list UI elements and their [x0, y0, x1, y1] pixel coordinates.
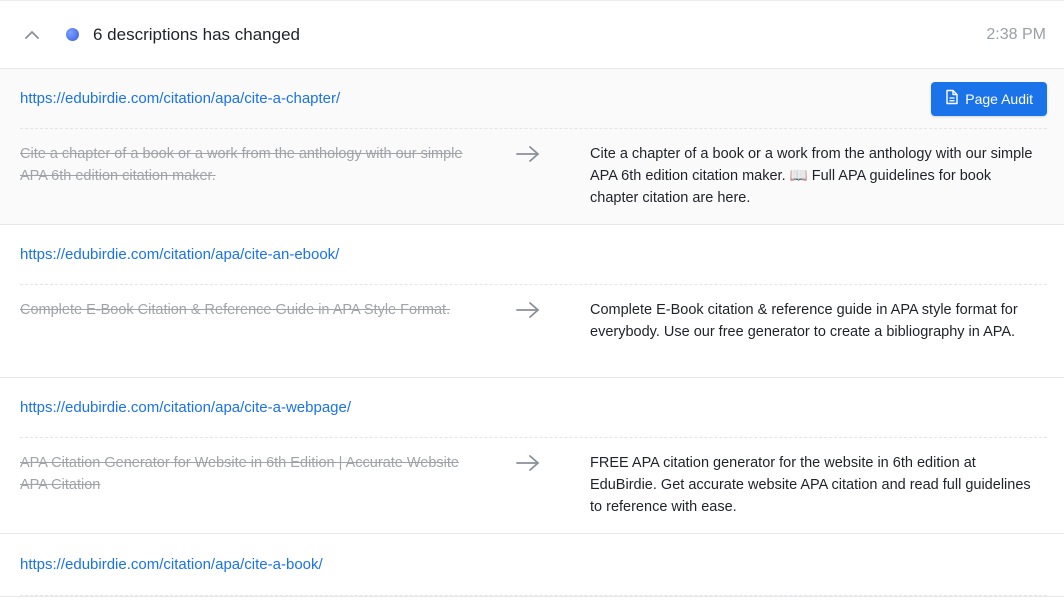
entry-url-link[interactable]: https://edubirdie.com/citation/apa/cite-… [20, 556, 323, 573]
entry-url-link[interactable]: https://edubirdie.com/citation/apa/cite-… [20, 399, 351, 416]
new-description: Complete E-Book citation & reference gui… [590, 302, 1018, 340]
chevron-up-icon[interactable] [22, 25, 42, 45]
new-description: Cite a chapter of a book or a work from … [590, 146, 1033, 206]
page-audit-button[interactable]: Page Audit [931, 81, 1047, 116]
entry-change-row: Cite a chapter of a book or a work from … [20, 129, 1047, 224]
old-description: Complete E-Book Citation & Reference Gui… [20, 302, 451, 318]
arrow-right-icon [466, 452, 590, 518]
change-entry: https://edubirdie.com/citation/apa/cite-… [0, 69, 1064, 225]
arrow-right-icon [466, 143, 590, 209]
change-entry: https://edubirdie.com/citation/apa/cite-… [0, 378, 1064, 534]
entry-url-link[interactable]: https://edubirdie.com/citation/apa/cite-… [20, 246, 339, 263]
old-description: APA Citation Generator for Website in 6t… [20, 455, 459, 493]
header-title: 6 descriptions has changed [93, 24, 300, 44]
entry-url-row: https://edubirdie.com/citation/apa/cite-… [20, 225, 1047, 285]
entry-url-row: https://edubirdie.com/citation/apa/cite-… [20, 378, 1047, 438]
header-timestamp: 2:38 PM [986, 25, 1046, 43]
change-entry: https://edubirdie.com/citation/apa/cite-… [0, 534, 1064, 597]
entry-change-row: APA Citation Generator for Website in 6t… [20, 438, 1047, 533]
entry-url-link[interactable]: https://edubirdie.com/citation/apa/cite-… [20, 90, 340, 107]
page-audit-label: Page Audit [965, 90, 1033, 107]
new-description: FREE APA citation generator for the webs… [590, 455, 1031, 515]
entry-change-row: Complete E-Book Citation & Reference Gui… [20, 285, 1047, 377]
document-icon [945, 89, 959, 108]
changes-header[interactable]: 6 descriptions has changed 2:38 PM [0, 1, 1064, 69]
status-dot-icon [66, 28, 79, 41]
entry-url-row: https://edubirdie.com/citation/apa/cite-… [20, 534, 1047, 596]
changes-panel: 6 descriptions has changed 2:38 PM https… [0, 0, 1064, 600]
entry-url-row: https://edubirdie.com/citation/apa/cite-… [20, 69, 1047, 129]
arrow-right-icon [466, 299, 590, 362]
old-description: Cite a chapter of a book or a work from … [20, 146, 463, 184]
change-entry: https://edubirdie.com/citation/apa/cite-… [0, 225, 1064, 378]
